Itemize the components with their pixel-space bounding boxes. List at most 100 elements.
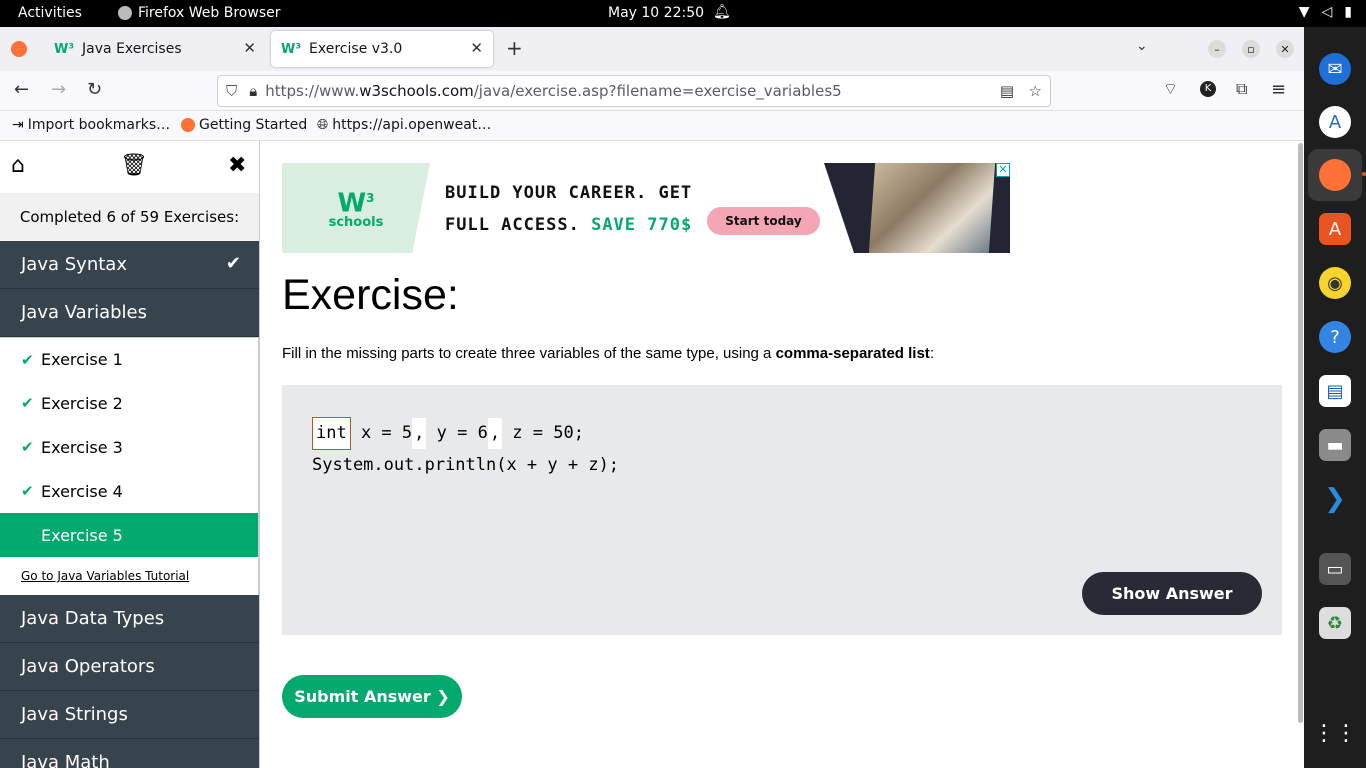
exercise-link-4[interactable]: ✔ Exercise 4 <box>0 469 259 513</box>
lock-icon: 🔒︎ <box>249 82 258 100</box>
firefox-dock-icon[interactable] <box>1319 159 1351 191</box>
answer-input-2[interactable]: , <box>412 418 427 449</box>
advertisement-banner[interactable]: W3 schools BUILD YOUR CAREER. GET FULL A… <box>282 163 1010 253</box>
pocket-icon[interactable]: ⌔ <box>1163 79 1178 99</box>
reader-view-icon[interactable]: ▤ <box>1000 82 1014 100</box>
minimize-icon[interactable]: – <box>1208 40 1226 58</box>
url-bar[interactable]: ⛉ 🔒︎ https://www.w3schools.com/java/exer… <box>217 75 1051 107</box>
trash-icon[interactable]: 🗑︎ <box>120 153 148 178</box>
show-answer-button[interactable]: Show Answer <box>1082 572 1262 615</box>
ad-close-icon[interactable]: ✕ <box>996 163 1010 177</box>
category-java-strings[interactable]: Java Strings <box>0 691 259 739</box>
code-block: int x = 5, y = 6, z = 50; System.out.pri… <box>312 417 619 481</box>
progress-text: Completed 6 of 59 Exercises: <box>0 193 259 241</box>
category-java-syntax[interactable]: Java Syntax ✔ <box>0 241 259 289</box>
vscode-icon[interactable]: ❯ <box>1319 483 1351 515</box>
exercise-description: Fill in the missing parts to create thre… <box>282 345 934 362</box>
firefox-window: W³ Java Exercises ✕ W³ Exercise v3.0 ✕ +… <box>0 27 1304 768</box>
drive-icon[interactable]: ▭ <box>1319 553 1351 585</box>
checkmark-icon: ✔ <box>21 394 34 412</box>
w3schools-logo: W3 schools <box>282 163 430 253</box>
checkmark-icon: ✔ <box>21 350 34 369</box>
bookmark-star-icon[interactable]: ☆ <box>1029 82 1042 100</box>
shield-icon: ⛉ <box>226 82 238 100</box>
forward-icon[interactable]: → <box>51 79 66 100</box>
running-indicator <box>1362 172 1366 176</box>
clock[interactable]: May 10 22:50 <box>608 5 704 21</box>
list-tabs-chevron-icon[interactable]: ⌄ <box>1136 38 1148 54</box>
exercise-link-5[interactable]: Exercise 5 <box>0 513 259 557</box>
page-title: Exercise: <box>282 271 459 319</box>
dock: ✉ A A ◉ ? ▤ ▬ ❯ ▭ ♻ ⋮⋮ <box>1304 27 1366 768</box>
volume-muted-icon: ◁ <box>1321 4 1333 20</box>
system-tray[interactable]: ▼ ◁ ▮ <box>1299 4 1352 20</box>
tab-label: Exercise v3.0 <box>309 41 403 57</box>
checkmark-icon: ✔ <box>21 482 34 500</box>
menu-icon[interactable]: ≡ <box>1271 79 1286 100</box>
battery-icon: ▮ <box>1344 4 1352 20</box>
new-tab-icon[interactable]: + <box>506 36 523 60</box>
firefox-icon <box>118 6 132 20</box>
exercise-link-3[interactable]: ✔ Exercise 3 <box>0 425 259 469</box>
tab-java-exercises[interactable]: W³ Java Exercises ✕ <box>44 31 266 67</box>
answer-input-3[interactable]: , <box>487 418 503 449</box>
close-window-icon[interactable]: ✕ <box>1276 40 1294 58</box>
import-icon: ⇥ <box>12 117 24 133</box>
page-scrollbar[interactable] <box>1298 143 1303 723</box>
show-apps-icon[interactable]: ⋮⋮ <box>1313 717 1357 749</box>
files-icon[interactable]: ▬ <box>1319 429 1351 461</box>
activities-button[interactable]: Activities <box>18 5 82 21</box>
w3-favicon-icon: W³ <box>281 41 302 57</box>
category-java-data-types[interactable]: Java Data Types <box>0 595 259 643</box>
exercise-link-1[interactable]: ✔ Exercise 1 <box>0 337 259 381</box>
checkmark-icon: ✔ <box>225 253 241 274</box>
bookmarks-toolbar: ⇥ Import bookmarks… Getting Started 🌐︎ htt… <box>0 111 1304 141</box>
close-tab-icon[interactable]: ✕ <box>243 39 256 57</box>
tab-exercise-v3[interactable]: W³ Exercise v3.0 ✕ <box>271 31 493 67</box>
extensions-icon[interactable]: ⧉ <box>1236 79 1247 99</box>
url-text: https://www.w3schools.com/java/exercise.… <box>265 82 842 100</box>
rhythmbox-icon[interactable]: ◉ <box>1319 267 1351 299</box>
firefox-view-icon[interactable] <box>11 41 27 57</box>
bookmark-import[interactable]: ⇥ Import bookmarks… <box>12 117 170 133</box>
app-menu[interactable]: Firefox Web Browser <box>118 5 281 21</box>
ad-headline-1: BUILD YOUR CAREER. GET <box>445 183 693 203</box>
ad-start-button[interactable]: Start today <box>707 207 820 235</box>
software-icon[interactable]: A <box>1319 106 1351 138</box>
bookmark-openweather[interactable]: 🌐︎ https://api.openweat… <box>317 117 491 133</box>
bell-icon: 🔔︎ <box>713 4 731 20</box>
answer-input-1[interactable]: int <box>312 417 351 450</box>
maximize-icon[interactable]: ▫ <box>1242 40 1260 58</box>
help-icon[interactable]: ? <box>1319 321 1351 353</box>
tutorial-link[interactable]: Go to Java Variables Tutorial <box>0 557 259 595</box>
exercise-sidebar: ⌂ 🗑︎ ✖ Completed 6 of 59 Exercises: Java… <box>0 141 260 768</box>
category-java-variables[interactable]: Java Variables <box>0 289 259 337</box>
nav-toolbar: ← → ↻ ⛉ 🔒︎ https://www.w3schools.com/jav… <box>0 71 1304 111</box>
w3-favicon-icon: W³ <box>54 41 75 57</box>
exercise-link-2[interactable]: ✔ Exercise 2 <box>0 381 259 425</box>
ad-photo <box>868 163 996 253</box>
code-line-2: System.out.println(x + y + z); <box>312 455 620 475</box>
submit-answer-button[interactable]: Submit Answer ❯ <box>282 675 462 718</box>
code-editor-box: int x = 5, y = 6, z = 50; System.out.pri… <box>282 385 1282 635</box>
firefox-small-icon <box>181 118 195 132</box>
category-java-operators[interactable]: Java Operators <box>0 643 259 691</box>
exercise-main: W3 schools BUILD YOUR CAREER. GET FULL A… <box>282 141 1282 768</box>
home-icon[interactable]: ⌂ <box>11 153 25 178</box>
app-center-icon[interactable]: A <box>1319 213 1351 245</box>
bookmark-getting-started[interactable]: Getting Started <box>181 117 307 133</box>
reload-icon[interactable]: ↻ <box>87 79 102 100</box>
checkmark-icon: ✔ <box>21 438 34 456</box>
account-avatar-icon[interactable]: K <box>1200 81 1216 97</box>
close-icon[interactable]: ✖ <box>228 153 246 178</box>
category-java-math[interactable]: Java Math <box>0 739 259 768</box>
tab-strip: W³ Java Exercises ✕ W³ Exercise v3.0 ✕ +… <box>0 27 1304 71</box>
trash-icon[interactable]: ♻ <box>1319 607 1351 639</box>
globe-icon: 🌐︎ <box>317 117 329 133</box>
close-tab-icon[interactable]: ✕ <box>470 39 483 57</box>
system-top-bar: Activities Firefox Web Browser May 10 22… <box>0 0 1366 27</box>
back-icon[interactable]: ← <box>14 79 29 100</box>
thunderbird-icon[interactable]: ✉ <box>1319 53 1351 85</box>
writer-icon[interactable]: ▤ <box>1319 375 1351 407</box>
app-name: Firefox Web Browser <box>138 5 281 21</box>
